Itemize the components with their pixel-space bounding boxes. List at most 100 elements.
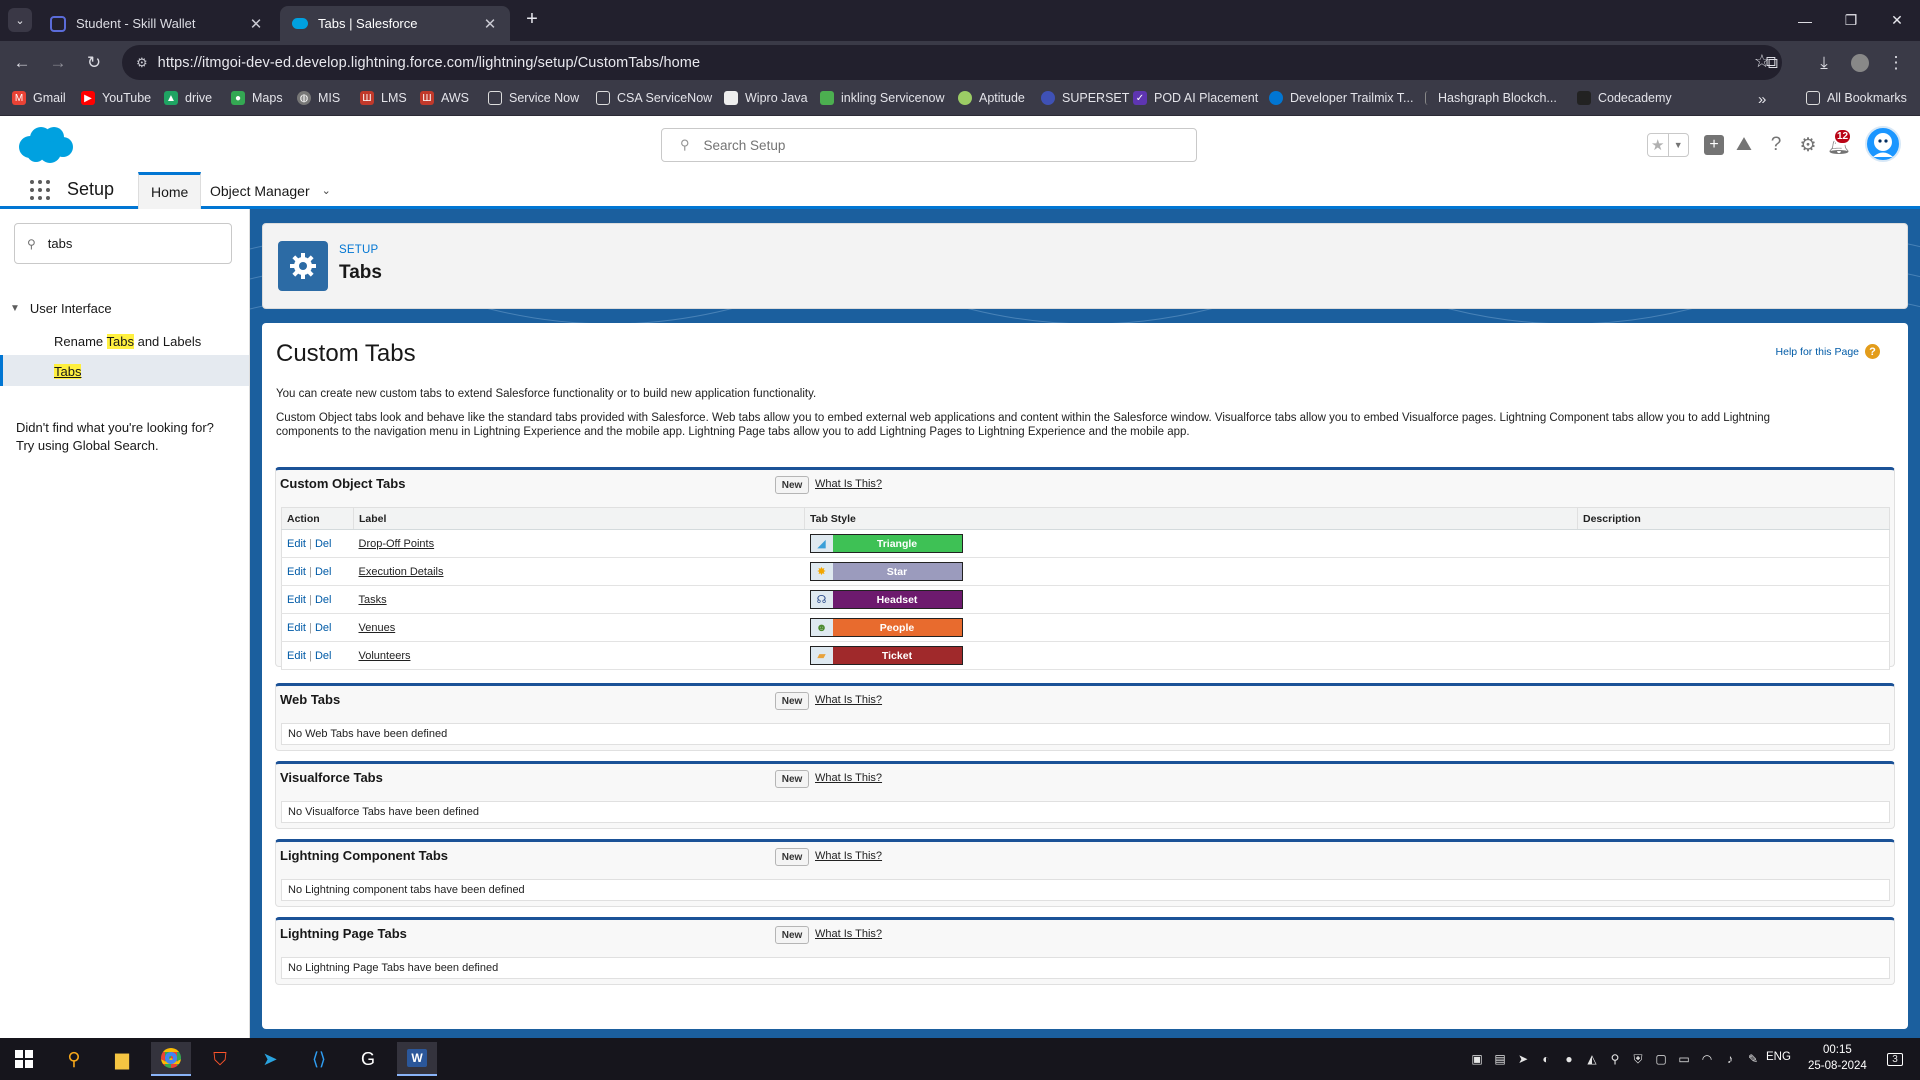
tab-search-dropdown[interactable]: ⌄ (8, 8, 32, 32)
bookmark-aws[interactable]: Ш AWS (420, 91, 469, 105)
chevron-down-icon[interactable]: ▼ (10, 303, 20, 314)
downloads-icon[interactable]: ⤓ (1810, 49, 1838, 77)
address-bar[interactable]: ⚙ https://itmgoi-dev-ed.develop.lightnin… (122, 45, 1782, 80)
bookmark-gmail[interactable]: M Gmail (12, 91, 66, 105)
new-visualforce-tab-button[interactable]: New (775, 770, 809, 788)
bookmark-developer-trailmix[interactable]: Developer Trailmix T... (1269, 91, 1413, 105)
what-is-this-link[interactable]: What Is This? (815, 772, 882, 784)
tray-app-icon[interactable]: ◐ (1537, 1050, 1555, 1068)
more-bookmarks-icon[interactable]: » (1758, 91, 1766, 108)
bookmark-drive[interactable]: ▲ drive (164, 91, 212, 105)
chrome-menu-icon[interactable]: ⋮ (1882, 49, 1910, 77)
new-lightning-component-tab-button[interactable]: New (775, 848, 809, 866)
del-link[interactable]: Del (315, 566, 332, 578)
bookmark-service-now[interactable]: Service Now (488, 91, 579, 105)
tab-label-link[interactable]: Execution Details (359, 566, 444, 578)
back-icon[interactable]: ← (8, 49, 36, 77)
bookmark-youtube[interactable]: ▶ YouTube (81, 91, 151, 105)
forward-icon[interactable]: → (44, 49, 72, 77)
extensions-icon[interactable]: ⧉ (1758, 49, 1786, 77)
vscode-icon[interactable]: ⟨⟩ (299, 1042, 339, 1076)
tab-label-link[interactable]: Venues (359, 622, 396, 634)
bookmark-mis[interactable]: ◍ MIS (297, 91, 340, 105)
system-clock[interactable]: 00:15 25-08-2024 (1808, 1042, 1867, 1074)
tab-object-manager[interactable]: Object Manager ⌄ (198, 172, 343, 209)
what-is-this-link[interactable]: What Is This? (815, 694, 882, 706)
pen-icon[interactable]: ✎ (1744, 1050, 1762, 1068)
bookmark-codecademy[interactable]: Codecademy (1577, 91, 1672, 105)
favorites-button[interactable]: ★ ▼ (1647, 133, 1689, 157)
trailhead-guidance-icon[interactable]: ⛰ (1732, 133, 1756, 157)
minimize-window-icon[interactable]: — (1782, 0, 1828, 41)
notification-center-icon[interactable]: 3 (1880, 1050, 1910, 1068)
tray-search-icon[interactable]: ⚲ (1606, 1050, 1624, 1068)
close-tab-icon[interactable]: ✕ (482, 15, 498, 33)
help-for-this-page-link[interactable]: Help for this Page ? (1776, 344, 1880, 359)
tray-telegram-icon[interactable]: ➤ (1514, 1050, 1532, 1068)
close-tab-icon[interactable]: ✕ (248, 15, 264, 33)
bookmark-lms[interactable]: Ш LMS (360, 91, 407, 105)
what-is-this-link[interactable]: What Is This? (815, 478, 882, 490)
site-settings-icon[interactable]: ⚙ (136, 55, 148, 71)
tray-app-icon[interactable]: ▤ (1491, 1050, 1509, 1068)
restore-window-icon[interactable]: ❐ (1828, 0, 1874, 41)
sidebar-item-tabs[interactable]: Tabs (54, 364, 82, 379)
del-link[interactable]: Del (315, 650, 332, 662)
bookmark-aptitude[interactable]: Aptitude (958, 91, 1025, 105)
tray-security-icon[interactable]: ⛨ (1629, 1050, 1647, 1068)
input-language[interactable]: ENG (1766, 1051, 1791, 1063)
tab-label-link[interactable]: Drop-Off Points (359, 538, 435, 550)
quick-find-input[interactable]: ⚲ tabs (14, 223, 232, 264)
tab-label-link[interactable]: Tasks (359, 594, 387, 606)
new-web-tab-button[interactable]: New (775, 692, 809, 710)
tab-label-link[interactable]: Volunteers (359, 650, 411, 662)
sidebar-item-rename-tabs[interactable]: Rename Tabs and Labels (54, 334, 201, 349)
del-link[interactable]: Del (315, 622, 332, 634)
new-custom-object-tab-button[interactable]: New (775, 476, 809, 494)
file-explorer-icon[interactable]: ▆ (102, 1042, 142, 1076)
tab-home[interactable]: Home (138, 172, 202, 209)
bookmark-pod-ai[interactable]: ✓ POD AI Placement (1133, 91, 1258, 105)
reload-icon[interactable]: ↻ (80, 49, 108, 77)
edit-link[interactable]: Edit (287, 650, 306, 662)
app-launcher-icon[interactable] (30, 180, 50, 200)
quick-find-value[interactable]: tabs (48, 236, 73, 251)
what-is-this-link[interactable]: What Is This? (815, 850, 882, 862)
user-avatar[interactable] (1865, 126, 1901, 162)
tray-app-icon[interactable]: ● (1560, 1050, 1578, 1068)
chrome-icon[interactable] (151, 1042, 191, 1076)
edit-link[interactable]: Edit (287, 566, 306, 578)
wifi-icon[interactable]: ◠ (1698, 1050, 1716, 1068)
global-actions-icon[interactable]: + (1702, 133, 1726, 157)
breadcrumb[interactable]: SETUP (339, 244, 378, 256)
tree-node-user-interface[interactable]: ▼ User Interface (10, 301, 112, 316)
bookmark-superset[interactable]: SUPERSET (1041, 91, 1129, 105)
bookmark-hashgraph[interactable]: Hashgraph Blockch... (1425, 91, 1557, 105)
browser-tab-salesforce[interactable]: Tabs | Salesforce ✕ (280, 6, 510, 41)
address-url[interactable]: https://itmgoi-dev-ed.develop.lightning.… (158, 55, 700, 71)
bookmark-csa-servicenow[interactable]: CSA ServiceNow (596, 91, 712, 105)
tray-app-icon[interactable]: ▢ (1652, 1050, 1670, 1068)
what-is-this-link[interactable]: What Is This? (815, 928, 882, 940)
new-tab-button[interactable]: + (520, 8, 544, 32)
word-icon[interactable]: W (397, 1042, 437, 1076)
google-icon[interactable]: G (348, 1042, 388, 1076)
favorites-dropdown-icon[interactable]: ▼ (1667, 134, 1689, 156)
favorite-star-icon[interactable]: ★ (1648, 134, 1668, 156)
close-window-icon[interactable]: ✕ (1874, 0, 1920, 41)
new-lightning-page-tab-button[interactable]: New (775, 926, 809, 944)
search-icon[interactable]: ⚲ (54, 1042, 94, 1076)
del-link[interactable]: Del (315, 538, 332, 550)
profile-icon[interactable] (1846, 49, 1874, 77)
edit-link[interactable]: Edit (287, 538, 306, 550)
bookmark-wipro-java[interactable]: Wipro Java (724, 91, 808, 105)
brave-icon[interactable]: ⛉ (200, 1042, 240, 1076)
chevron-down-icon[interactable]: ⌄ (322, 184, 331, 197)
all-bookmarks[interactable]: All Bookmarks (1806, 91, 1907, 105)
edit-link[interactable]: Edit (287, 622, 306, 634)
windows-start-icon[interactable] (4, 1042, 44, 1076)
search-setup-input[interactable]: ⚲ Search Setup (661, 128, 1197, 162)
battery-icon[interactable]: ▭ (1675, 1050, 1693, 1068)
volume-icon[interactable]: ♪ (1721, 1050, 1739, 1068)
edit-link[interactable]: Edit (287, 594, 306, 606)
